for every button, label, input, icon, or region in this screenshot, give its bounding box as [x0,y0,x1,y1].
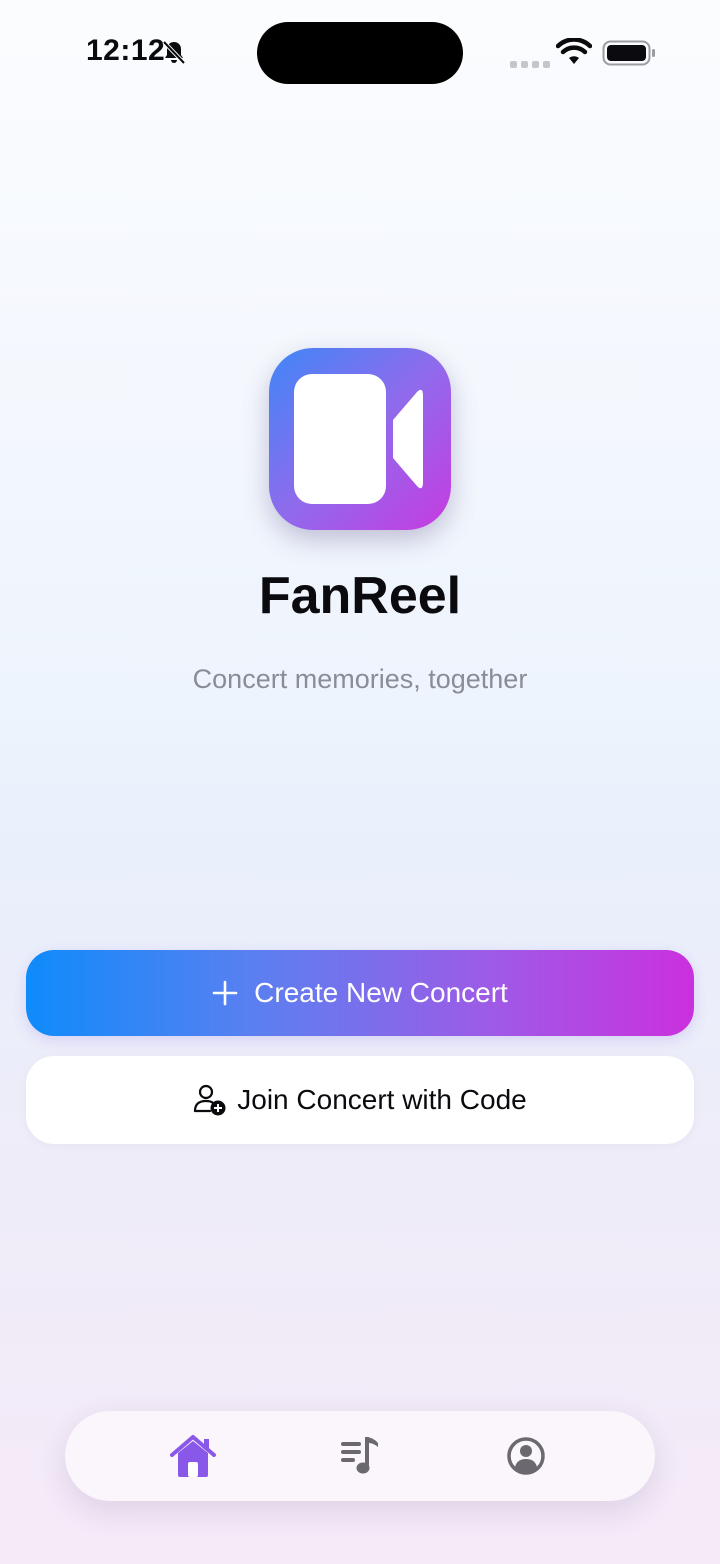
video-camera-icon [294,374,423,504]
profile-icon [507,1437,545,1475]
status-bar: 12:12 [0,0,720,110]
tab-library[interactable] [335,1431,385,1481]
wifi-icon [555,37,593,66]
create-new-concert-label: Create New Concert [254,977,508,1008]
app-logo [269,348,451,530]
tab-home[interactable] [168,1431,218,1481]
cellular-signal-icon [510,56,550,68]
tab-profile[interactable] [501,1431,551,1481]
app-tagline: Concert memories, together [192,664,528,694]
music-list-icon [341,1437,378,1474]
bell-slash-icon [160,38,188,66]
status-time: 12:12 [86,34,166,67]
battery-icon [602,40,656,66]
dynamic-island [257,22,463,84]
plus-icon [212,980,238,1006]
home-icon [170,1435,216,1477]
person-add-icon [193,1083,227,1117]
app-title: FanReel [258,567,462,625]
join-concert-label: Join Concert with Code [237,1084,527,1115]
join-concert-button[interactable]: Join Concert with Code [26,1056,694,1144]
tab-bar [65,1411,655,1501]
create-new-concert-button[interactable]: Create New Concert [26,950,694,1036]
